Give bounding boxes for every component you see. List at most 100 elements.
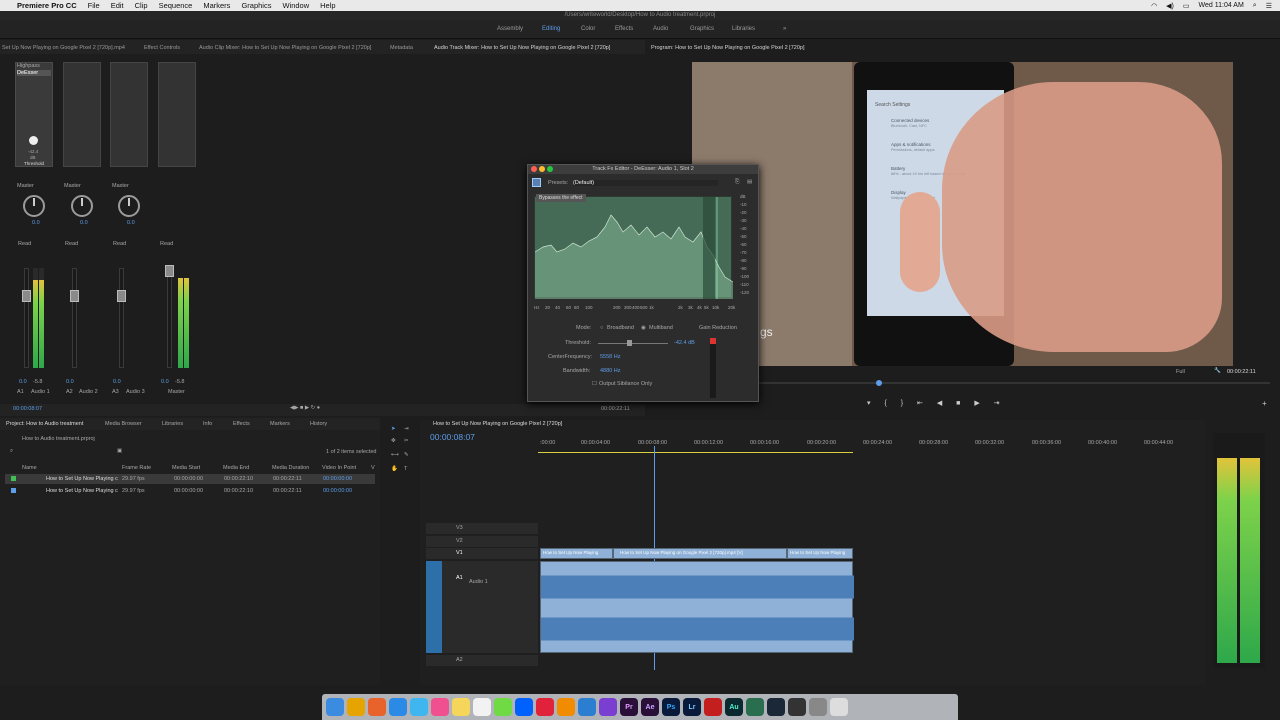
menu-edit[interactable]: Edit xyxy=(111,1,124,10)
search-icon[interactable]: ⌕ xyxy=(1253,2,1257,10)
col-name[interactable]: Name xyxy=(22,465,37,471)
lr-icon[interactable]: Lr xyxy=(683,698,701,716)
timeline-timecode[interactable]: 00:00:08:07 xyxy=(430,432,475,442)
work-area-bar[interactable] xyxy=(538,452,853,453)
zoom-icon[interactable] xyxy=(547,166,553,172)
volume-value-master[interactable]: 0.0 xyxy=(161,379,169,385)
chrome-icon[interactable] xyxy=(347,698,365,716)
dropbox-icon[interactable] xyxy=(515,698,533,716)
menu-window[interactable]: Window xyxy=(282,1,309,10)
fader-handle-3[interactable] xyxy=(117,290,126,302)
menu-graphics[interactable]: Graphics xyxy=(241,1,271,10)
pan-value-1[interactable]: 0.0 xyxy=(32,220,40,226)
fit-dropdown[interactable]: Full xyxy=(1176,369,1185,375)
video-clip[interactable]: How to Set Up Now Playing on Google Pixe… xyxy=(613,548,787,559)
menu-sequence[interactable]: Sequence xyxy=(159,1,193,10)
effects-rack-1[interactable]: Highpass DeEsser -42.4 dB Threshold xyxy=(15,62,53,167)
program-video[interactable]: Search Settings Connected devices Blueto… xyxy=(692,62,1233,366)
messages-icon[interactable] xyxy=(410,698,428,716)
ae-icon[interactable]: Ae xyxy=(641,698,659,716)
col-media-end[interactable]: Media End xyxy=(223,465,249,471)
save-preset-icon[interactable]: ⎘ xyxy=(735,179,739,186)
col-media-duration[interactable]: Media Duration xyxy=(272,465,309,471)
effects-rack-2[interactable] xyxy=(63,62,101,167)
type-tool-icon[interactable]: T xyxy=(404,466,407,472)
tab-audio-track-mixer[interactable]: Audio Track Mixer: How to Set Up Now Pla… xyxy=(434,45,610,51)
bypass-button[interactable] xyxy=(532,178,541,187)
track-header-v3[interactable]: V3 xyxy=(426,523,538,534)
tab-program[interactable]: Program: How to Set Up Now Playing on Go… xyxy=(651,45,804,51)
track-select-tool-icon[interactable]: ⇥ xyxy=(404,426,409,432)
effect-slot-deesser[interactable]: DeEsser xyxy=(17,70,51,76)
ps-icon[interactable]: Ps xyxy=(662,698,680,716)
effect-slot-highpass[interactable]: Highpass xyxy=(17,63,40,69)
pan-value-2[interactable]: 0.0 xyxy=(80,220,88,226)
effects-rack-master[interactable] xyxy=(158,62,196,167)
notification-icon[interactable]: ☰ xyxy=(1266,2,1272,10)
vpn-icon[interactable] xyxy=(578,698,596,716)
tab-media-browser[interactable]: Media Browser xyxy=(105,421,142,427)
new-bin-icon[interactable]: ▣ xyxy=(117,448,122,454)
fader-handle-1[interactable] xyxy=(22,290,31,302)
opera-icon[interactable] xyxy=(536,698,554,716)
razor-tool-icon[interactable]: ✂ xyxy=(404,438,409,444)
automation-mode-master[interactable]: Read xyxy=(160,241,173,247)
notes-icon[interactable] xyxy=(452,698,470,716)
steam-icon[interactable] xyxy=(767,698,785,716)
network-icon[interactable] xyxy=(746,698,764,716)
tab-metadata[interactable]: Metadata xyxy=(390,45,413,51)
program-playhead[interactable] xyxy=(876,380,882,386)
menu-help[interactable]: Help xyxy=(320,1,335,10)
itunes-icon[interactable] xyxy=(431,698,449,716)
volume-icon[interactable]: ◀) xyxy=(1166,2,1174,10)
creative-cloud-icon[interactable] xyxy=(599,698,617,716)
files-icon[interactable] xyxy=(473,698,491,716)
mode-multiband-radio[interactable]: ◉ xyxy=(641,325,646,331)
pen-tool-icon[interactable]: ✎ xyxy=(404,452,409,458)
workspace-color[interactable]: Color xyxy=(581,26,595,32)
presets-dropdown[interactable]: (Default) xyxy=(573,180,718,186)
col-media-start[interactable]: Media Start xyxy=(172,465,200,471)
battery-icon[interactable]: ▭ xyxy=(1183,2,1190,10)
tab-effects[interactable]: Effects xyxy=(233,421,250,427)
volume-fader-2[interactable] xyxy=(72,268,77,368)
pan-value-3[interactable]: 0.0 xyxy=(127,220,135,226)
pan-knob-2[interactable] xyxy=(71,195,93,217)
firefox-icon[interactable] xyxy=(368,698,386,716)
games-icon[interactable] xyxy=(788,698,806,716)
tab-markers[interactable]: Markers xyxy=(270,421,290,427)
pan-knob-3[interactable] xyxy=(118,195,140,217)
mixer-timecode-left[interactable]: 00:00:08:07 xyxy=(13,406,42,412)
pan-knob-1[interactable] xyxy=(23,195,45,217)
output-sibilance-checkbox[interactable]: ☐ xyxy=(592,381,597,387)
bandwidth-value[interactable]: 4880 Hz xyxy=(600,368,621,374)
track-fx-editor[interactable]: Track Fx Editor - DeEsser: Audio 1, Slot… xyxy=(527,164,759,402)
safari-icon[interactable] xyxy=(389,698,407,716)
col-frame-rate[interactable]: Frame Rate xyxy=(122,465,151,471)
threshold-value[interactable]: -42.4 dB xyxy=(674,340,695,346)
acrobat-icon[interactable] xyxy=(704,698,722,716)
ripple-tool-icon[interactable]: ✥ xyxy=(391,438,396,444)
minimize-icon[interactable] xyxy=(539,166,545,172)
automation-mode-2[interactable]: Read xyxy=(65,241,78,247)
volume-fader-1[interactable] xyxy=(24,268,29,368)
volume-value-3[interactable]: 0.0 xyxy=(113,379,121,385)
volume-fader-master[interactable] xyxy=(167,268,172,368)
clock[interactable]: Wed 11:04 AM xyxy=(1199,2,1244,9)
spectrum-graph[interactable] xyxy=(534,196,734,299)
tab-info[interactable]: Info xyxy=(203,421,212,427)
track-header-a1[interactable]: A1 Audio 1 xyxy=(426,561,538,653)
timeline-ruler[interactable]: :00:00 00:00:04:00 00:00:08:00 00:00:12:… xyxy=(538,436,1198,454)
pr-icon[interactable]: Pr xyxy=(620,698,638,716)
au-icon[interactable]: Au xyxy=(725,698,743,716)
table-row[interactable]: How to Set Up Now Playing c 29.97 fps 00… xyxy=(5,486,375,496)
workspace-effects[interactable]: Effects xyxy=(615,26,633,32)
close-icon[interactable] xyxy=(531,166,537,172)
channel-3-output[interactable]: Master xyxy=(112,183,129,189)
effect-param-knob[interactable] xyxy=(29,136,38,145)
search-icon[interactable]: ⌕ xyxy=(10,448,13,455)
tab-project[interactable]: Project: How to Audio treatment xyxy=(6,421,83,427)
selection-tool-icon[interactable]: ➤ xyxy=(391,426,396,432)
threshold-slider-handle[interactable] xyxy=(627,340,632,346)
fader-handle-master[interactable] xyxy=(165,265,174,277)
